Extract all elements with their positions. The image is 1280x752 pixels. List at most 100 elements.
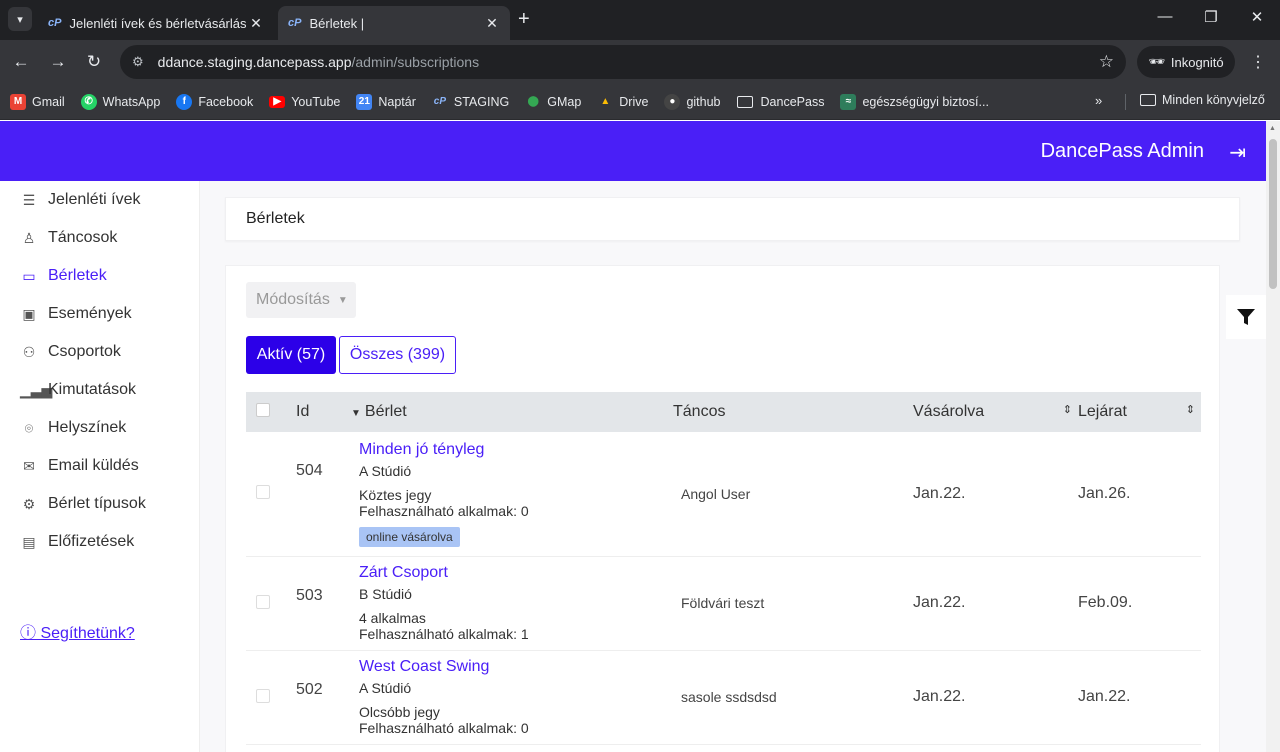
row-checkbox[interactable] xyxy=(256,594,270,609)
bookmark-staging[interactable]: cP STAGING xyxy=(432,94,509,110)
bookmark-dancepass-folder[interactable]: DancePass xyxy=(736,94,825,109)
more-bookmarks-icon[interactable]: » xyxy=(1095,93,1102,108)
status-badge: online vásárolva xyxy=(359,526,460,547)
sidebar-item-events[interactable]: ▣ Események xyxy=(0,295,200,333)
restore-icon[interactable]: ❐ xyxy=(1196,8,1226,26)
bookmark-facebook[interactable]: f Facebook xyxy=(176,93,253,110)
bookmark-insurance[interactable]: ≈ egészségügyi biztosí... xyxy=(840,93,989,110)
column-header-id[interactable]: Id xyxy=(296,392,351,432)
expiry-date: Jan.26. xyxy=(1078,432,1201,557)
new-tab-icon[interactable]: + xyxy=(518,8,530,31)
expiry-date: Jan.22. xyxy=(1078,650,1201,745)
bookmark-github[interactable]: ● github xyxy=(664,93,721,110)
close-window-icon[interactable]: ✕ xyxy=(1242,8,1272,26)
sidebar-item-groups[interactable]: ⚇ Csoportok xyxy=(0,333,200,371)
all-bookmarks-folder[interactable]: Minden könyvjelző xyxy=(1140,93,1265,107)
bookmark-label: github xyxy=(686,94,721,109)
page-title: Bérletek xyxy=(246,210,305,227)
browser-tab-subscriptions[interactable]: cP Bérletek | ✕ xyxy=(278,6,510,40)
bookmarks-bar: M Gmail ✆ WhatsApp f Facebook ▶ YouTube 21 Na… xyxy=(0,84,1280,120)
breadcrumb: Bérletek xyxy=(225,197,1240,241)
scroll-thumb[interactable] xyxy=(1269,139,1277,289)
column-header-label: Vásárolva xyxy=(913,403,985,420)
close-tab-icon[interactable]: ✕ xyxy=(248,15,264,32)
tab-list-button[interactable]: ▾ xyxy=(8,7,32,31)
row-checkbox[interactable] xyxy=(256,485,270,500)
incognito-button[interactable]: 🕶 Inkognitó xyxy=(1137,46,1235,78)
filter-icon[interactable] xyxy=(1226,295,1266,339)
studio-name: B Stúdió xyxy=(359,586,412,602)
sidebar-item-dancers[interactable]: ♙ Táncosok xyxy=(0,219,200,257)
sidebar-item-label: Jelenléti ívek xyxy=(48,191,141,208)
forward-icon[interactable]: → xyxy=(47,52,69,72)
sidebar-item-reports[interactable]: ▁▃▅ Kimutatások xyxy=(0,371,200,409)
bookmark-divider xyxy=(1125,94,1126,110)
sidebar-item-memberships[interactable]: ▤ Előfizetések xyxy=(0,523,200,561)
usable-count: Felhasználható alkalmak: 0 xyxy=(359,502,529,519)
modify-dropdown-button[interactable]: Módosítás ▼ xyxy=(246,282,356,318)
column-header-label: Lejárat xyxy=(1078,403,1127,420)
bookmark-label: STAGING xyxy=(453,94,510,109)
column-header-dancer[interactable]: Táncos xyxy=(673,392,913,432)
bookmark-drive[interactable]: ▲ Drive xyxy=(597,94,648,110)
bookmark-gmap[interactable]: ⬤ GMap xyxy=(525,94,582,110)
filter-all-button[interactable]: Összes (399) xyxy=(339,336,456,374)
column-header-subscription[interactable]: ▼ Bérlet xyxy=(351,392,673,432)
bookmark-gmail[interactable]: M Gmail xyxy=(10,93,65,110)
dancer-name[interactable]: sasole ssdsdsd xyxy=(673,650,913,745)
dancepass-icon: cP xyxy=(433,96,446,107)
credit-card-icon: ▤ xyxy=(22,533,36,550)
close-tab-icon[interactable]: ✕ xyxy=(484,15,500,32)
row-checkbox[interactable] xyxy=(256,688,270,703)
browser-tab-attendance[interactable]: cP Jelenléti ívek és bérletvásárlás | ✕ xyxy=(38,6,274,40)
sidebar-item-label: Kimutatások xyxy=(48,381,137,398)
incognito-label: Inkognitó xyxy=(1170,54,1224,70)
sidebar-item-email[interactable]: ✉ Email küldés xyxy=(0,447,200,485)
filter-active-button[interactable]: Aktív (57) xyxy=(246,336,336,374)
row-id: 504 xyxy=(296,432,351,557)
logout-icon[interactable]: ⇥ xyxy=(1229,140,1246,165)
folder-icon xyxy=(1140,94,1156,106)
page-scrollbar[interactable]: ▲ xyxy=(1266,121,1280,752)
bar-chart-icon: ▁▃▅ xyxy=(20,381,53,398)
column-header-expiry[interactable]: Lejárat ⇕ xyxy=(1078,392,1201,432)
sidebar-item-subscriptions[interactable]: ▭ Bérletek xyxy=(0,257,200,295)
tab-title: Jelenléti ívek és bérletvásárlás | xyxy=(69,15,248,31)
purchased-date: Jan.22. xyxy=(913,556,1078,651)
subscriptions-card: Módosítás ▼ Aktív (57) Összes (399) Id ▼… xyxy=(225,265,1220,752)
subscription-link[interactable]: Zárt Csoport xyxy=(359,564,673,582)
bookmark-star-icon[interactable]: ☆ xyxy=(1099,52,1114,72)
bookmark-label: DancePass xyxy=(760,94,825,109)
bookmark-label: YouTube xyxy=(291,94,341,109)
sidebar-item-label: Csoportok xyxy=(48,343,121,360)
funnel-icon xyxy=(1237,309,1255,325)
column-header-purchased[interactable]: Vásárolva ⇕ xyxy=(913,392,1078,432)
url-input[interactable]: ⚙ ddance.staging.dancepass.app /admin/su… xyxy=(120,45,1126,79)
dancer-name[interactable]: Földvári teszt xyxy=(673,556,913,651)
subscription-link[interactable]: Minden jó tényleg xyxy=(359,441,673,459)
app-header: DancePass Admin ⇥ xyxy=(0,121,1266,181)
sort-desc-icon: ▼ xyxy=(351,408,361,419)
back-icon[interactable]: ← xyxy=(10,52,32,72)
sidebar-item-label: Helyszínek xyxy=(48,419,127,436)
help-link[interactable]: ⓘ Segíthetünk? xyxy=(20,619,135,643)
sidebar-item-attendance[interactable]: ☰ Jelenléti ívek xyxy=(0,181,200,219)
facebook-icon: f xyxy=(176,93,193,110)
sidebar-item-subscription-types[interactable]: ⚙ Bérlet típusok xyxy=(0,485,200,523)
reload-icon[interactable]: ↻ xyxy=(83,52,105,72)
browser-menu-icon[interactable]: ⋮ xyxy=(1250,52,1266,72)
minimize-icon[interactable]: — xyxy=(1150,8,1180,25)
bookmark-calendar[interactable]: 21 Naptár xyxy=(356,93,416,110)
subscription-link[interactable]: West Coast Swing xyxy=(359,658,673,676)
scroll-up-icon[interactable]: ▲ xyxy=(1269,125,1276,132)
tab-title: Bérletek | xyxy=(309,15,365,31)
site-info-icon[interactable]: ⚙ xyxy=(132,54,144,70)
select-all-checkbox[interactable] xyxy=(256,402,270,417)
table-row: 503 Zárt Csoport B Stúdió 4 alkalmas Fel… xyxy=(246,556,1201,651)
sidebar-item-locations[interactable]: ⌾ Helyszínek xyxy=(0,409,200,447)
purchased-date: Jan.22. xyxy=(913,432,1078,557)
bookmark-youtube[interactable]: ▶ YouTube xyxy=(269,95,340,109)
bookmark-whatsapp[interactable]: ✆ WhatsApp xyxy=(80,93,160,110)
dancer-name[interactable]: Angol User xyxy=(673,432,913,557)
table-header-row: Id ▼ Bérlet Táncos Vásárolva ⇕ Lejárat ⇕ xyxy=(246,392,1201,432)
